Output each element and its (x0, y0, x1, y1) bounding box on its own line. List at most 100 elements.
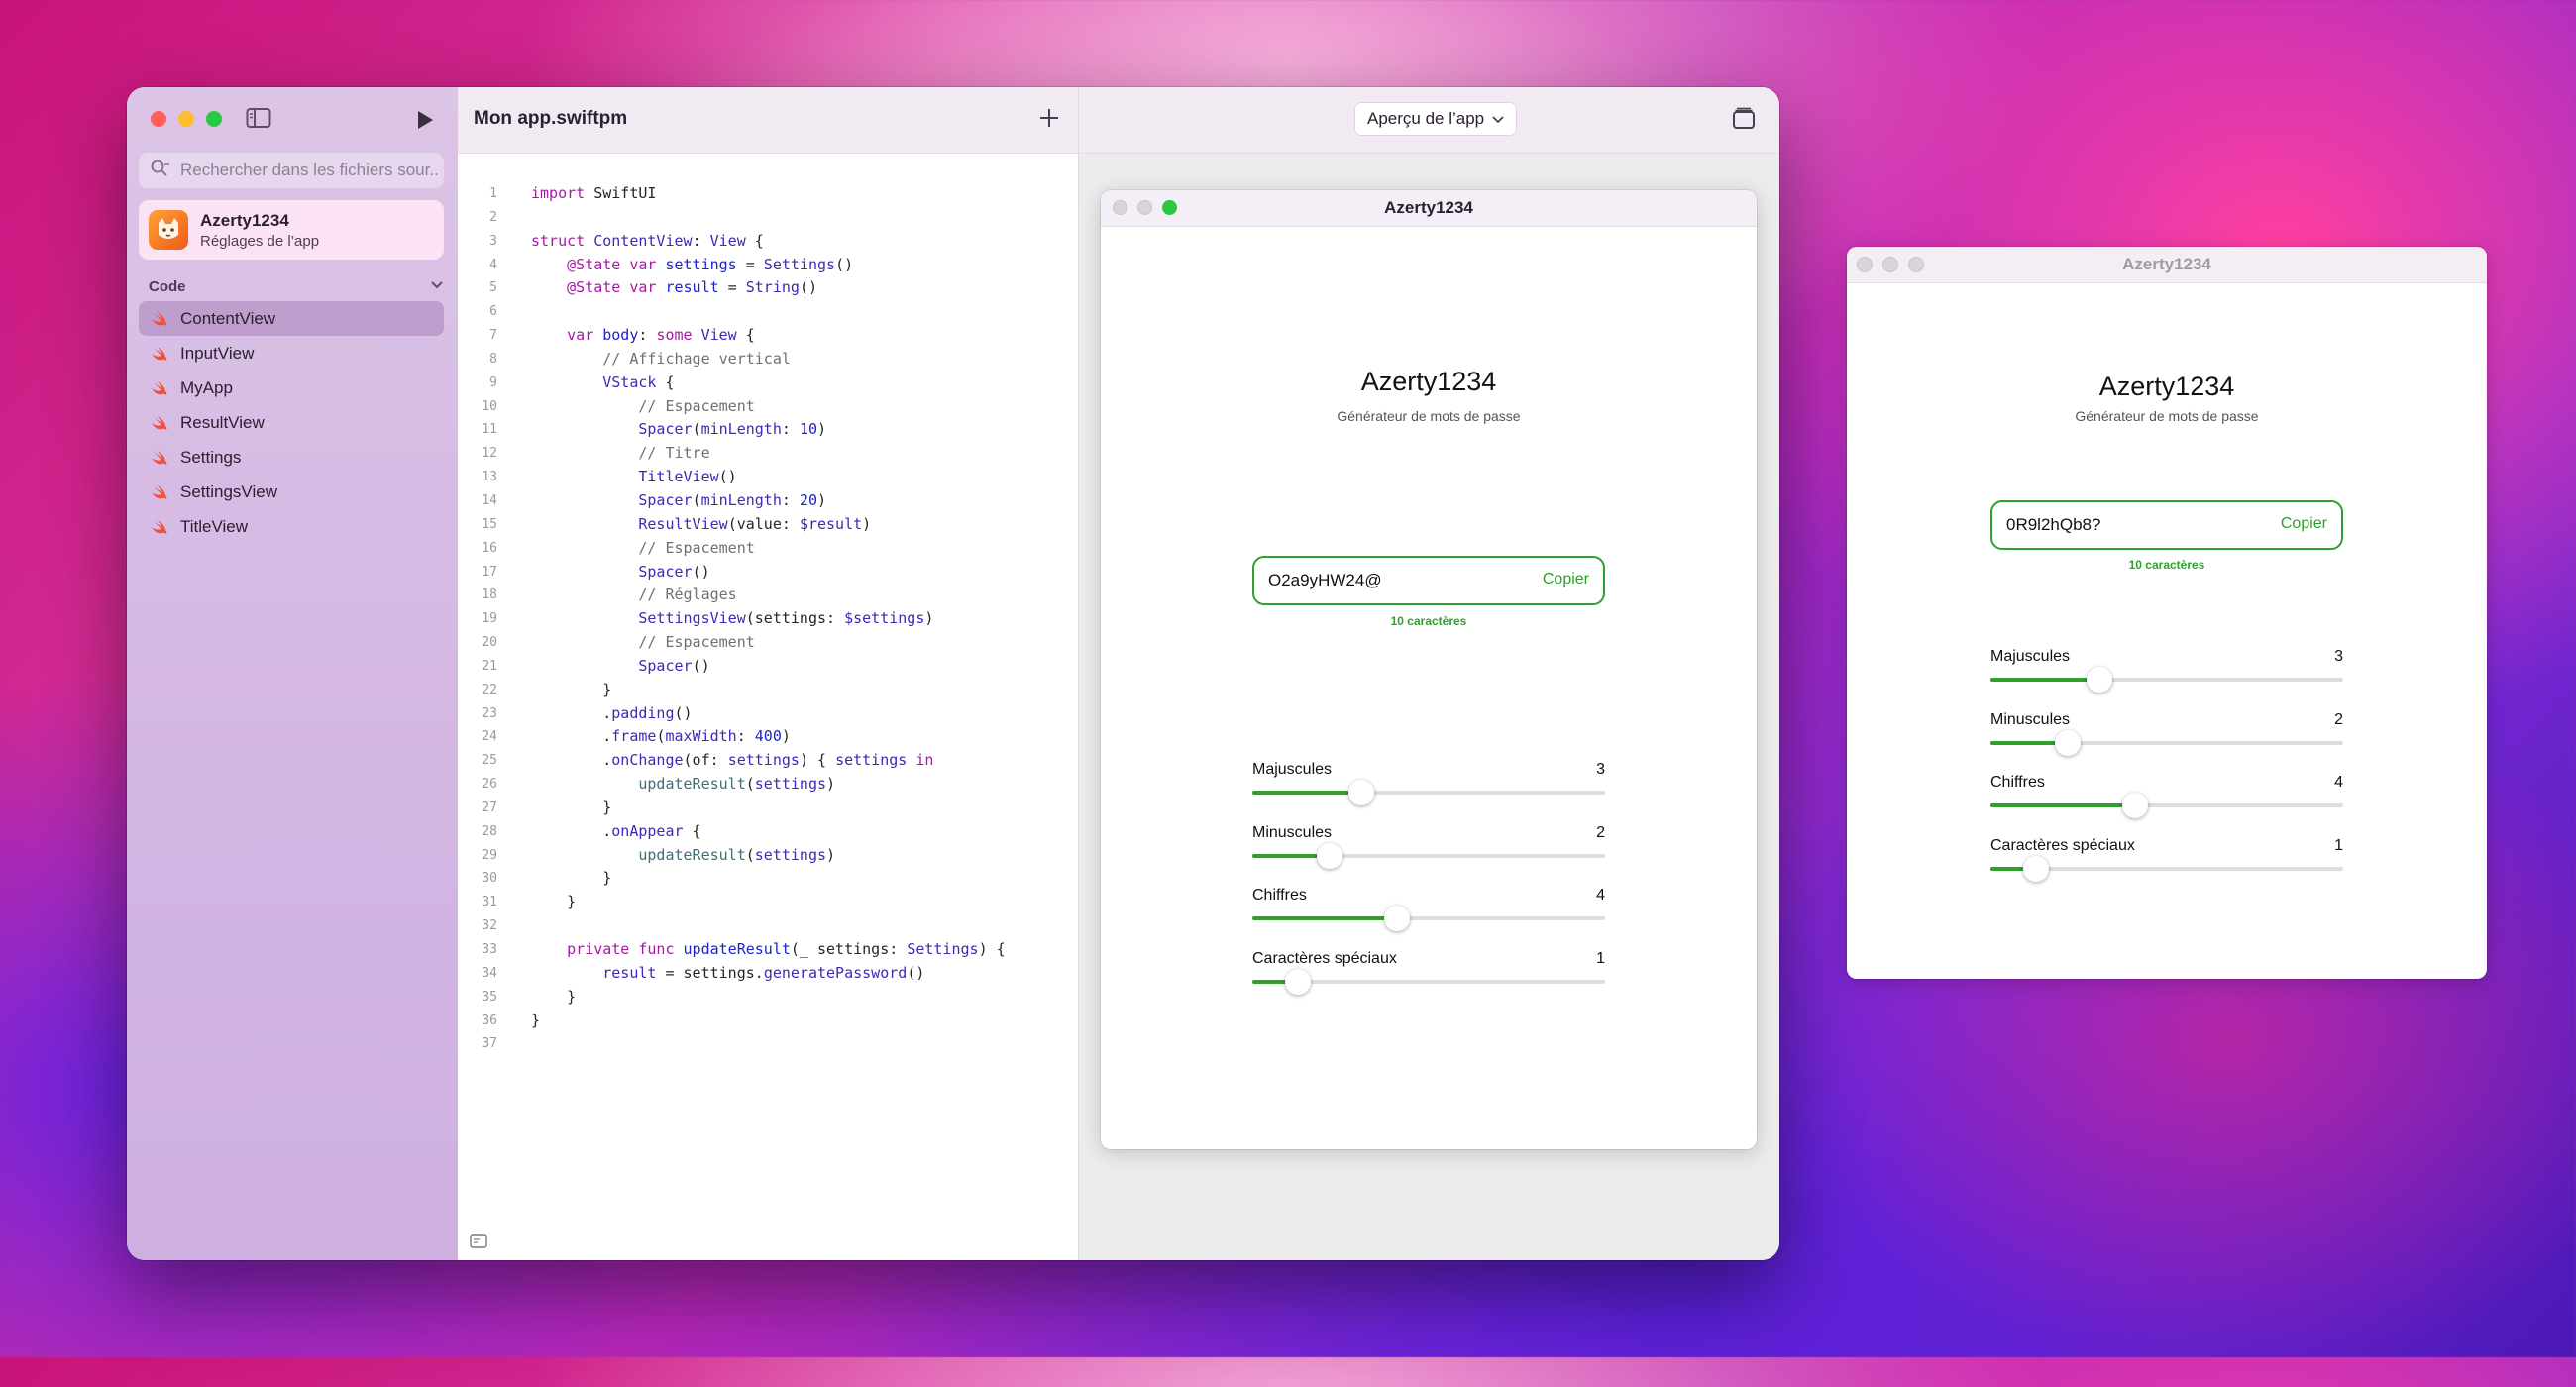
sidebar-toggle-icon[interactable] (246, 107, 271, 129)
code-line[interactable]: 24 .frame(maxWidth: 400) (458, 725, 1078, 749)
zoom-button[interactable] (1162, 200, 1177, 215)
sheet-icon[interactable] (1731, 105, 1757, 131)
code-line[interactable]: 16 // Espacement (458, 537, 1078, 561)
code-line[interactable]: 3 struct ContentView: View { (458, 230, 1078, 254)
slider-knob[interactable] (1383, 906, 1410, 931)
line-number: 34 (482, 965, 497, 981)
code-text: SettingsView(settings: $settings) (638, 609, 934, 628)
slider-knob[interactable] (2087, 667, 2113, 693)
search-input[interactable] (178, 160, 440, 181)
slider-track[interactable] (1252, 968, 1605, 995)
code-line[interactable]: 37 (458, 1032, 1078, 1056)
file-item-inputview[interactable]: InputView (139, 336, 444, 371)
minimize-button[interactable] (1882, 257, 1898, 272)
code-line[interactable]: 29 updateResult(settings) (458, 844, 1078, 868)
slider-knob[interactable] (1348, 780, 1375, 805)
code-line[interactable]: 14 Spacer(minLength: 20) (458, 489, 1078, 513)
code-text: ResultView(value: $result) (638, 514, 872, 533)
file-item-resultview[interactable]: ResultView (139, 405, 444, 440)
slider-track[interactable] (1252, 906, 1605, 931)
slider-knob[interactable] (2121, 793, 2148, 818)
code-section-header[interactable]: Code (149, 277, 444, 295)
code-line[interactable]: 27 } (458, 797, 1078, 820)
code-line[interactable]: 30 } (458, 867, 1078, 891)
copy-button[interactable]: Copier (1543, 571, 1589, 588)
line-number: 29 (482, 847, 497, 863)
code-line[interactable]: 31 } (458, 891, 1078, 914)
code-line[interactable]: 5 @State var result = String() (458, 276, 1078, 300)
code-line[interactable]: 12 // Titre (458, 442, 1078, 466)
code-line[interactable]: 6 (458, 300, 1078, 324)
slider-value: 2 (1596, 823, 1605, 841)
code-line[interactable]: 35 } (458, 986, 1078, 1010)
slider-track[interactable] (1990, 729, 2343, 756)
code-line[interactable]: 33 private func updateResult(_ settings:… (458, 938, 1078, 962)
code-text: struct ContentView: View { (531, 231, 764, 250)
code-line[interactable]: 8 // Affichage vertical (458, 348, 1078, 372)
code-line[interactable]: 23 .padding() (458, 702, 1078, 726)
file-item-settingsview[interactable]: SettingsView (139, 475, 444, 509)
slider-knob[interactable] (1317, 842, 1343, 869)
slider-track[interactable] (1252, 842, 1605, 869)
code-line[interactable]: 34 result = settings.generatePassword() (458, 962, 1078, 986)
code-line[interactable]: 13 TitleView() (458, 466, 1078, 489)
code-text: .frame(maxWidth: 400) (531, 727, 791, 746)
play-icon[interactable] (414, 109, 436, 131)
code-line[interactable]: 1 import SwiftUI (458, 182, 1078, 206)
search-field[interactable] (139, 153, 444, 188)
zoom-button[interactable] (206, 111, 222, 127)
code-line[interactable]: 32 (458, 914, 1078, 938)
code-line[interactable]: 26 updateResult(settings) (458, 773, 1078, 797)
slider-track[interactable] (1990, 667, 2343, 693)
zoom-button[interactable] (1908, 257, 1924, 272)
chevron-down-icon[interactable] (430, 277, 444, 295)
code-editor[interactable]: Mon app.swiftpm 1 import SwiftUI 2 3 struct … (458, 87, 1078, 1260)
code-line[interactable]: 21 Spacer() (458, 655, 1078, 679)
code-line[interactable]: 4 @State var settings = Settings() (458, 254, 1078, 277)
code-line[interactable]: 25 .onChange(of: settings) { settings in (458, 749, 1078, 773)
slider-track[interactable] (1990, 793, 2343, 818)
code-line[interactable]: 10 // Espacement (458, 395, 1078, 419)
slider-row: Caractères spéciaux 1 (1252, 950, 1605, 1010)
minimize-button[interactable] (178, 111, 194, 127)
copy-button[interactable]: Copier (2281, 515, 2327, 533)
file-item-titleview[interactable]: TitleView (139, 509, 444, 544)
code-line[interactable]: 11 Spacer(minLength: 10) (458, 418, 1078, 442)
code-line[interactable]: 36} (458, 1010, 1078, 1033)
close-button[interactable] (1113, 200, 1127, 215)
code-line[interactable]: 19 SettingsView(settings: $settings) (458, 607, 1078, 631)
code-lines[interactable]: 1 import SwiftUI 2 3 struct ContentView: Vie… (458, 182, 1078, 1056)
slider-knob[interactable] (2023, 855, 2050, 882)
line-number: 15 (482, 516, 497, 532)
file-item-settings[interactable]: Settings (139, 440, 444, 475)
app-settings-item[interactable]: Azerty1234 Réglages de l’app (139, 200, 444, 260)
close-button[interactable] (151, 111, 166, 127)
code-line[interactable]: 28 .onAppear { (458, 820, 1078, 844)
slider-row: Caractères spéciaux 1 (1990, 837, 2343, 897)
plus-icon[interactable] (1036, 105, 1062, 131)
close-button[interactable] (1857, 257, 1873, 272)
code-text: // Espacement (638, 396, 755, 415)
slider-row: Minuscules 2 (1252, 824, 1605, 884)
code-line[interactable]: 2 (458, 206, 1078, 230)
app-title: Azerty1234 (2098, 372, 2235, 401)
slider-knob[interactable] (2055, 729, 2082, 756)
app-subtitle: Générateur de mots de passe (2075, 408, 2259, 424)
code-line[interactable]: 18 // Réglages (458, 584, 1078, 607)
preview-menu-button[interactable]: Aperçu de l’app (1354, 102, 1518, 136)
code-line[interactable]: 17 Spacer() (458, 561, 1078, 585)
code-text: var body: some View { (567, 326, 755, 345)
code-line[interactable]: 15 ResultView(value: $result) (458, 513, 1078, 537)
file-item-myapp[interactable]: MyApp (139, 371, 444, 405)
slider-knob[interactable] (1285, 968, 1312, 995)
slider-track[interactable] (1990, 855, 2343, 882)
minimize-button[interactable] (1137, 200, 1152, 215)
code-line[interactable]: 22 } (458, 679, 1078, 702)
code-line[interactable]: 20 // Espacement (458, 631, 1078, 655)
line-number: 7 (489, 328, 497, 344)
code-line[interactable]: 7 var body: some View { (458, 324, 1078, 348)
file-item-contentview[interactable]: ContentView (139, 301, 444, 336)
slider-track[interactable] (1252, 780, 1605, 805)
terminal-icon[interactable] (470, 1234, 487, 1248)
code-line[interactable]: 9 VStack { (458, 372, 1078, 395)
